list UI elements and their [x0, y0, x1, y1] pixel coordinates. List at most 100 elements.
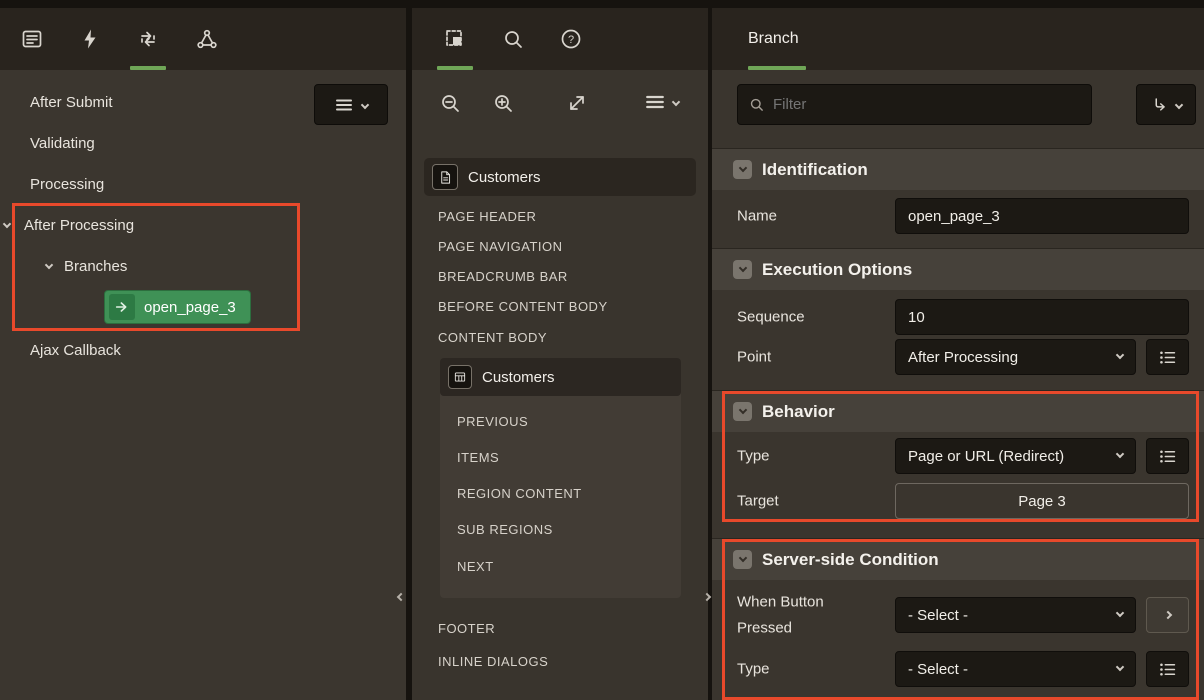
dynamic-actions-tab-icon[interactable] [70, 19, 110, 59]
tree-node-open-page-3[interactable]: open_page_3 [104, 290, 251, 324]
list-icon [1158, 660, 1177, 679]
condition-type-select[interactable]: - Select - [895, 651, 1136, 687]
chevron-down-icon [1116, 351, 1124, 359]
chevron-down-icon [1116, 663, 1124, 671]
active-tab-indicator [748, 66, 806, 70]
tree-node-ajax-callback[interactable]: Ajax Callback [30, 330, 121, 371]
field-label: Type [737, 448, 770, 465]
when-button-goto-button[interactable] [1146, 597, 1189, 633]
tree-node-items[interactable]: ITEMS [457, 439, 499, 475]
filter-input[interactable] [773, 96, 1081, 113]
point-list-button[interactable] [1146, 339, 1189, 375]
field-label: Target [737, 493, 779, 510]
tree-node-after-submit[interactable]: After Submit [30, 82, 113, 123]
chevron-down-icon [1116, 450, 1124, 458]
behavior-type-select[interactable]: Page or URL (Redirect) [895, 438, 1136, 474]
tree-node-before-content-body[interactable]: BEFORE CONTENT BODY [438, 291, 608, 321]
collapse-section-icon[interactable] [733, 402, 752, 421]
collapse-section-icon[interactable] [733, 550, 752, 569]
region-container: Customers PREVIOUS ITEMS REGION CONTENT … [440, 358, 681, 598]
section-identification[interactable]: Identification [712, 148, 1204, 190]
tree-node-sub-regions[interactable]: SUB REGIONS [457, 511, 553, 547]
tree-node-label: ITEMS [457, 450, 499, 465]
tree-node-footer[interactable]: FOOTER [438, 613, 495, 643]
collapse-right-panel-icon[interactable] [704, 588, 710, 603]
field-label: Point [737, 349, 771, 366]
when-button-select[interactable]: - Select - [895, 597, 1136, 633]
list-icon [1158, 447, 1177, 466]
section-title: Behavior [762, 402, 835, 422]
page-icon [432, 164, 458, 190]
expand-chevron-icon[interactable] [3, 219, 11, 227]
name-input[interactable] [895, 198, 1189, 234]
section-behavior[interactable]: Behavior [712, 390, 1204, 432]
branch-arrow-icon [109, 294, 135, 320]
tree-node-label: BEFORE CONTENT BODY [438, 299, 608, 314]
branch-label: open_page_3 [144, 299, 236, 316]
processing-tree-menu-button[interactable] [314, 84, 388, 125]
shared-components-tab-icon[interactable] [187, 19, 227, 59]
layout-menu-button[interactable] [645, 92, 679, 112]
zoom-out-icon[interactable] [430, 83, 470, 123]
active-tab-indicator [437, 66, 473, 70]
tree-node-label: Validating [30, 135, 95, 152]
select-value: - Select - [908, 607, 968, 624]
select-mode-icon[interactable] [435, 19, 475, 59]
tree-node-validating[interactable]: Validating [30, 123, 95, 164]
expand-icon[interactable] [557, 83, 597, 123]
expand-chevron-icon[interactable] [45, 260, 53, 268]
tree-node-region-customers[interactable]: Customers [440, 358, 681, 396]
section-title: Server-side Condition [762, 550, 939, 570]
tree-node-inline-dialogs[interactable]: INLINE DIALOGS [438, 646, 548, 676]
tree-node-label: Branches [64, 258, 127, 275]
property-editor-panel: Branch Identification Name Execution Opt… [712, 8, 1204, 700]
point-select[interactable]: After Processing [895, 339, 1136, 375]
tree-node-breadcrumb-bar[interactable]: BREADCRUMB BAR [438, 261, 568, 291]
tree-node-label: Customers [482, 369, 555, 386]
zoom-in-icon[interactable] [483, 83, 523, 123]
field-label: Name [737, 208, 777, 225]
section-execution-options[interactable]: Execution Options [712, 248, 1204, 290]
search-icon[interactable] [493, 19, 533, 59]
select-value: Page or URL (Redirect) [908, 448, 1064, 465]
field-label: Sequence [737, 309, 805, 326]
branch-badge[interactable]: open_page_3 [104, 290, 251, 324]
go-to-group-button[interactable] [1136, 84, 1196, 125]
tree-node-branches[interactable]: Branches [46, 246, 127, 287]
svg-text:?: ? [568, 34, 574, 46]
tree-node-processing[interactable]: Processing [30, 164, 104, 205]
tree-node-label: PREVIOUS [457, 414, 528, 429]
property-editor-title: Branch [748, 8, 799, 70]
select-value: After Processing [908, 349, 1018, 366]
help-icon[interactable]: ? [551, 19, 591, 59]
tree-node-page-header[interactable]: PAGE HEADER [438, 201, 536, 231]
right-toolbar: Branch [712, 8, 1204, 70]
tree-node-page-customers[interactable]: Customers [424, 158, 696, 196]
collapse-section-icon[interactable] [733, 260, 752, 279]
behavior-type-list-button[interactable] [1146, 438, 1189, 474]
tree-node-next[interactable]: NEXT [457, 548, 494, 584]
tree-node-region-content[interactable]: REGION CONTENT [457, 475, 582, 511]
tree-node-previous[interactable]: PREVIOUS [457, 403, 528, 439]
tree-node-label: After Processing [24, 217, 134, 234]
property-row-point: Point After Processing [712, 339, 1204, 375]
collapse-left-panel-icon[interactable] [398, 588, 404, 603]
processing-tab-icon[interactable] [128, 19, 168, 59]
tree-node-label: FOOTER [438, 621, 495, 636]
tree-node-after-processing[interactable]: After Processing [4, 205, 134, 246]
tree-node-content-body[interactable]: CONTENT BODY [438, 322, 547, 352]
condition-type-list-button[interactable] [1146, 651, 1189, 687]
target-button[interactable]: Page 3 [895, 483, 1189, 519]
tree-node-label: PAGE NAVIGATION [438, 239, 563, 254]
active-tab-indicator [130, 66, 166, 70]
property-row-type: Type Page or URL (Redirect) [712, 438, 1204, 474]
rendering-tab-icon[interactable] [12, 19, 52, 59]
collapse-section-icon[interactable] [733, 160, 752, 179]
select-value: - Select - [908, 661, 968, 678]
chevron-down-icon [1174, 100, 1182, 108]
property-row-name: Name [712, 198, 1204, 234]
sequence-input[interactable] [895, 299, 1189, 335]
tree-node-page-navigation[interactable]: PAGE NAVIGATION [438, 231, 563, 261]
property-row-condition-type: Type - Select - [712, 651, 1204, 687]
section-server-side-condition[interactable]: Server-side Condition [712, 538, 1204, 580]
